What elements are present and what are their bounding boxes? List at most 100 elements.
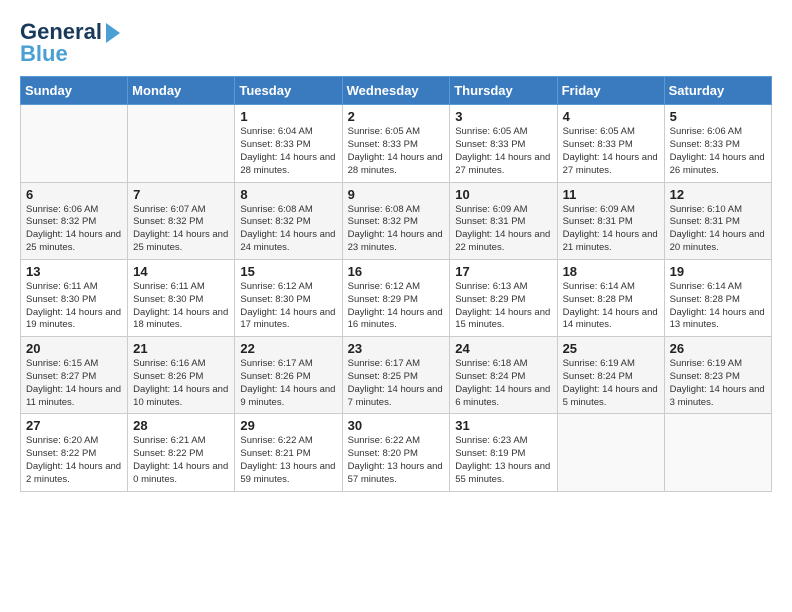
day-number: 17 [455, 264, 551, 279]
weekday-header-tuesday: Tuesday [235, 77, 342, 105]
day-number: 5 [670, 109, 766, 124]
day-info: Sunrise: 6:17 AM Sunset: 8:26 PM Dayligh… [240, 358, 336, 409]
calendar-cell: 27 Sunrise: 6:20 AM Sunset: 8:22 PM Dayli… [21, 414, 128, 491]
calendar-cell: 24 Sunrise: 6:18 AM Sunset: 8:24 PM Dayli… [450, 337, 557, 414]
page-header: General Blue [20, 20, 772, 66]
day-info: Sunrise: 6:18 AM Sunset: 8:24 PM Dayligh… [455, 358, 551, 409]
day-number: 14 [133, 264, 229, 279]
logo: General Blue [20, 20, 120, 66]
calendar-week-3: 13 Sunrise: 6:11 AM Sunset: 8:30 PM Dayli… [21, 259, 772, 336]
day-number: 30 [348, 418, 445, 433]
calendar-cell: 29 Sunrise: 6:22 AM Sunset: 8:21 PM Dayli… [235, 414, 342, 491]
day-number: 16 [348, 264, 445, 279]
day-info: Sunrise: 6:09 AM Sunset: 8:31 PM Dayligh… [563, 204, 659, 255]
calendar-cell: 15 Sunrise: 6:12 AM Sunset: 8:30 PM Dayli… [235, 259, 342, 336]
day-info: Sunrise: 6:16 AM Sunset: 8:26 PM Dayligh… [133, 358, 229, 409]
calendar-cell: 11 Sunrise: 6:09 AM Sunset: 8:31 PM Dayli… [557, 182, 664, 259]
day-info: Sunrise: 6:21 AM Sunset: 8:22 PM Dayligh… [133, 435, 229, 486]
day-info: Sunrise: 6:17 AM Sunset: 8:25 PM Dayligh… [348, 358, 445, 409]
day-info: Sunrise: 6:22 AM Sunset: 8:20 PM Dayligh… [348, 435, 445, 486]
day-number: 20 [26, 341, 122, 356]
day-number: 9 [348, 187, 445, 202]
day-info: Sunrise: 6:20 AM Sunset: 8:22 PM Dayligh… [26, 435, 122, 486]
calendar-week-5: 27 Sunrise: 6:20 AM Sunset: 8:22 PM Dayli… [21, 414, 772, 491]
calendar-cell: 16 Sunrise: 6:12 AM Sunset: 8:29 PM Dayli… [342, 259, 450, 336]
day-number: 12 [670, 187, 766, 202]
day-number: 24 [455, 341, 551, 356]
day-number: 31 [455, 418, 551, 433]
calendar-cell: 7Sunrise: 6:07 AM Sunset: 8:32 PM Daylig… [128, 182, 235, 259]
day-number: 2 [348, 109, 445, 124]
day-info: Sunrise: 6:14 AM Sunset: 8:28 PM Dayligh… [670, 281, 766, 332]
calendar-cell: 21 Sunrise: 6:16 AM Sunset: 8:26 PM Dayli… [128, 337, 235, 414]
calendar-cell: 28Sunrise: 6:21 AM Sunset: 8:22 PM Dayli… [128, 414, 235, 491]
day-info: Sunrise: 6:08 AM Sunset: 8:32 PM Dayligh… [348, 204, 445, 255]
day-number: 29 [240, 418, 336, 433]
calendar-cell: 6 Sunrise: 6:06 AM Sunset: 8:32 PM Daylig… [21, 182, 128, 259]
calendar-cell: 5 Sunrise: 6:06 AM Sunset: 8:33 PM Daylig… [664, 105, 771, 182]
day-number: 18 [563, 264, 659, 279]
day-number: 1 [240, 109, 336, 124]
day-info: Sunrise: 6:05 AM Sunset: 8:33 PM Dayligh… [563, 126, 659, 177]
day-info: Sunrise: 6:19 AM Sunset: 8:24 PM Dayligh… [563, 358, 659, 409]
calendar-cell: 19 Sunrise: 6:14 AM Sunset: 8:28 PM Dayli… [664, 259, 771, 336]
calendar-cell: 14Sunrise: 6:11 AM Sunset: 8:30 PM Dayli… [128, 259, 235, 336]
day-info: Sunrise: 6:22 AM Sunset: 8:21 PM Dayligh… [240, 435, 336, 486]
calendar-cell: 1 Sunrise: 6:04 AM Sunset: 8:33 PM Daylig… [235, 105, 342, 182]
day-number: 26 [670, 341, 766, 356]
day-number: 15 [240, 264, 336, 279]
day-number: 19 [670, 264, 766, 279]
logo-text: General Blue [20, 20, 120, 66]
day-info: Sunrise: 6:11 AM Sunset: 8:30 PM Dayligh… [26, 281, 122, 332]
day-info: Sunrise: 6:12 AM Sunset: 8:29 PM Dayligh… [348, 281, 445, 332]
calendar-week-2: 6 Sunrise: 6:06 AM Sunset: 8:32 PM Daylig… [21, 182, 772, 259]
day-info: Sunrise: 6:10 AM Sunset: 8:31 PM Dayligh… [670, 204, 766, 255]
calendar-week-4: 20Sunrise: 6:15 AM Sunset: 8:27 PM Dayli… [21, 337, 772, 414]
calendar-cell: 30 Sunrise: 6:22 AM Sunset: 8:20 PM Dayli… [342, 414, 450, 491]
day-number: 8 [240, 187, 336, 202]
calendar-cell: 22 Sunrise: 6:17 AM Sunset: 8:26 PM Dayli… [235, 337, 342, 414]
calendar-header-row: SundayMondayTuesdayWednesdayThursdayFrid… [21, 77, 772, 105]
logo-arrow-icon [106, 23, 120, 43]
calendar-cell: 17 Sunrise: 6:13 AM Sunset: 8:29 PM Dayli… [450, 259, 557, 336]
calendar-cell: 9 Sunrise: 6:08 AM Sunset: 8:32 PM Daylig… [342, 182, 450, 259]
calendar-cell [21, 105, 128, 182]
day-info: Sunrise: 6:12 AM Sunset: 8:30 PM Dayligh… [240, 281, 336, 332]
weekday-header-friday: Friday [557, 77, 664, 105]
day-number: 21 [133, 341, 229, 356]
calendar-cell: 25 Sunrise: 6:19 AM Sunset: 8:24 PM Dayli… [557, 337, 664, 414]
day-number: 13 [26, 264, 122, 279]
day-info: Sunrise: 6:04 AM Sunset: 8:33 PM Dayligh… [240, 126, 336, 177]
calendar-cell: 4 Sunrise: 6:05 AM Sunset: 8:33 PM Daylig… [557, 105, 664, 182]
day-info: Sunrise: 6:07 AM Sunset: 8:32 PM Dayligh… [133, 204, 229, 255]
day-info: Sunrise: 6:13 AM Sunset: 8:29 PM Dayligh… [455, 281, 551, 332]
weekday-header-monday: Monday [128, 77, 235, 105]
day-number: 22 [240, 341, 336, 356]
calendar-cell: 26 Sunrise: 6:19 AM Sunset: 8:23 PM Dayli… [664, 337, 771, 414]
day-number: 4 [563, 109, 659, 124]
day-number: 27 [26, 418, 122, 433]
calendar-cell [664, 414, 771, 491]
day-number: 3 [455, 109, 551, 124]
calendar-cell: 3 Sunrise: 6:05 AM Sunset: 8:33 PM Daylig… [450, 105, 557, 182]
calendar-cell [557, 414, 664, 491]
day-number: 10 [455, 187, 551, 202]
day-info: Sunrise: 6:09 AM Sunset: 8:31 PM Dayligh… [455, 204, 551, 255]
calendar-week-1: 1 Sunrise: 6:04 AM Sunset: 8:33 PM Daylig… [21, 105, 772, 182]
weekday-header-saturday: Saturday [664, 77, 771, 105]
day-info: Sunrise: 6:05 AM Sunset: 8:33 PM Dayligh… [455, 126, 551, 177]
calendar-table: SundayMondayTuesdayWednesdayThursdayFrid… [20, 76, 772, 491]
day-number: 25 [563, 341, 659, 356]
calendar-cell: 8Sunrise: 6:08 AM Sunset: 8:32 PM Daylig… [235, 182, 342, 259]
calendar-cell: 12 Sunrise: 6:10 AM Sunset: 8:31 PM Dayli… [664, 182, 771, 259]
day-number: 11 [563, 187, 659, 202]
day-info: Sunrise: 6:19 AM Sunset: 8:23 PM Dayligh… [670, 358, 766, 409]
day-info: Sunrise: 6:06 AM Sunset: 8:33 PM Dayligh… [670, 126, 766, 177]
day-info: Sunrise: 6:14 AM Sunset: 8:28 PM Dayligh… [563, 281, 659, 332]
day-info: Sunrise: 6:06 AM Sunset: 8:32 PM Dayligh… [26, 204, 122, 255]
calendar-cell [128, 105, 235, 182]
day-info: Sunrise: 6:05 AM Sunset: 8:33 PM Dayligh… [348, 126, 445, 177]
calendar-cell: 13 Sunrise: 6:11 AM Sunset: 8:30 PM Dayli… [21, 259, 128, 336]
calendar-cell: 23Sunrise: 6:17 AM Sunset: 8:25 PM Dayli… [342, 337, 450, 414]
day-number: 6 [26, 187, 122, 202]
